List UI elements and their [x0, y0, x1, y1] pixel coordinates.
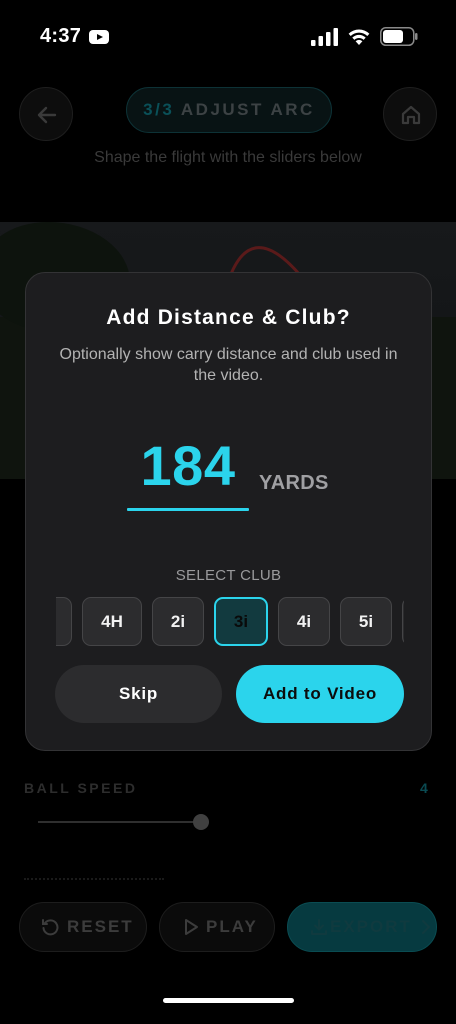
distance-input-underline	[127, 508, 249, 511]
ball-speed-slider-thumb[interactable]	[193, 814, 209, 830]
modal-title: Add Distance & Club?	[106, 306, 351, 329]
wifi-icon	[348, 29, 370, 45]
export-label: EXPORT	[330, 917, 412, 936]
home-icon	[401, 105, 421, 125]
battery-icon	[380, 27, 418, 46]
club-chip-3i-selected[interactable]: 3i	[214, 597, 268, 646]
back-button[interactable]	[19, 87, 73, 141]
reset-label: RESET	[67, 917, 134, 936]
step-indicator: 3/3 ADJUST ARC	[126, 87, 332, 133]
club-chip[interactable]	[402, 597, 404, 646]
page-subtitle: Shape the flight with the sliders below	[94, 149, 362, 166]
ball-speed-slider-track[interactable]	[38, 821, 200, 823]
club-chip[interactable]	[56, 597, 72, 646]
signal-icon	[311, 28, 338, 46]
hidden-control-label	[24, 878, 164, 886]
chevron-right-icon	[422, 920, 431, 934]
add-distance-modal: Add Distance & Club? Optionally show car…	[25, 272, 432, 751]
select-club-label: SELECT CLUB	[175, 567, 282, 584]
skip-button[interactable]: Skip	[55, 665, 222, 723]
export-button[interactable]: EXPORT	[287, 902, 437, 952]
home-indicator[interactable]	[163, 998, 294, 1003]
step-title: ADJUST ARC	[180, 100, 315, 119]
ball-speed-label: BALL SPEED	[24, 780, 138, 796]
status-bar: 4:37	[0, 0, 456, 70]
step-number: 3/3	[143, 100, 175, 119]
youtube-icon	[89, 30, 109, 44]
play-label: PLAY	[206, 917, 258, 936]
ball-speed-value: 4	[420, 780, 428, 796]
play-icon	[185, 919, 198, 935]
club-chip-5i[interactable]: 5i	[340, 597, 392, 646]
club-chip-4i[interactable]: 4i	[278, 597, 330, 646]
club-selector[interactable]: 4H 2i 3i 4i 5i	[56, 596, 404, 648]
reset-icon	[42, 919, 59, 936]
distance-input[interactable]: 184	[128, 433, 248, 498]
distance-unit: YARDS	[259, 472, 329, 494]
club-chip-4h[interactable]: 4H	[82, 597, 142, 646]
arrow-left-icon	[37, 106, 57, 124]
download-icon	[311, 919, 327, 935]
add-to-video-button[interactable]: Add to Video	[236, 665, 404, 723]
modal-description: Optionally show carry distance and club …	[59, 346, 398, 384]
play-button[interactable]: PLAY	[159, 902, 275, 952]
reset-button[interactable]: RESET	[19, 902, 147, 952]
status-time: 4:37	[40, 25, 82, 47]
club-chip-2i[interactable]: 2i	[152, 597, 204, 646]
home-button[interactable]	[383, 87, 437, 141]
